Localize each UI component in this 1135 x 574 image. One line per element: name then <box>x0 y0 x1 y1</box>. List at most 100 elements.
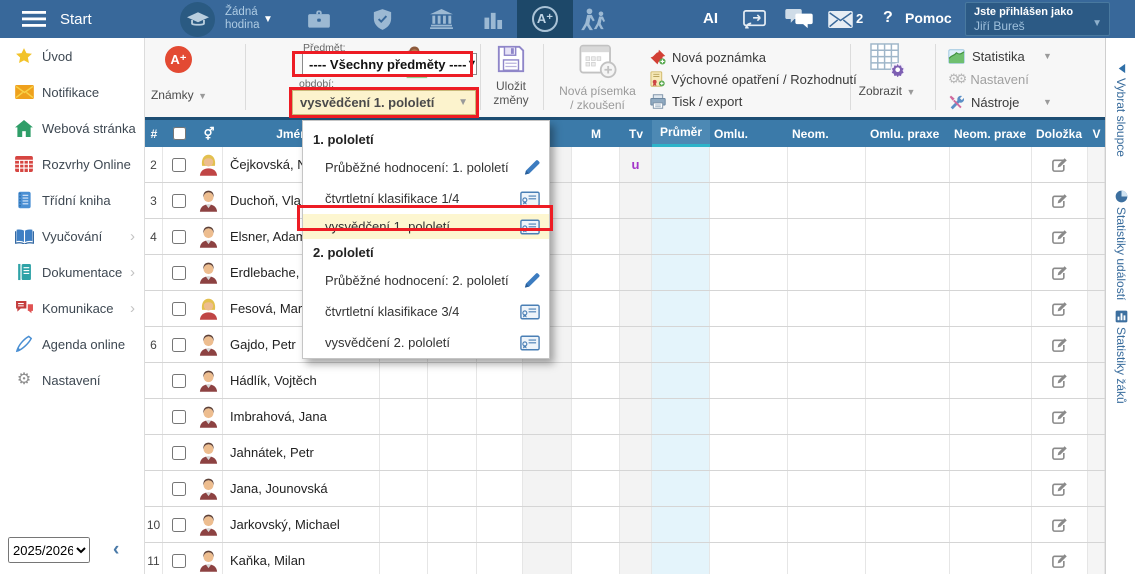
new-note-button[interactable]: Nová poznámka <box>650 47 860 67</box>
student-checkbox[interactable] <box>172 554 186 568</box>
cell-student-name[interactable]: Jana, Jounovská <box>223 471 380 506</box>
student-checkbox[interactable] <box>172 374 186 388</box>
subject-select[interactable]: ---- Všechny předměty ---- ▼ <box>302 53 477 75</box>
ai-label[interactable]: AI <box>703 10 718 27</box>
dropdown-item-option[interactable]: Průběžné hodnocení: 1. pololetí <box>303 152 549 183</box>
clause-edit-icon[interactable] <box>1051 265 1068 281</box>
clause-edit-icon[interactable] <box>1051 229 1068 245</box>
student-checkbox[interactable] <box>172 302 186 316</box>
cell-select-all <box>163 219 195 254</box>
clause-edit-icon[interactable] <box>1051 409 1068 425</box>
col-header-excused[interactable]: Omlu. <box>710 120 788 147</box>
sidebar-item-agenda-online[interactable]: Agenda online <box>0 326 144 362</box>
clause-edit-icon[interactable] <box>1051 337 1068 353</box>
cell-average <box>652 327 710 362</box>
cell-student-name[interactable]: Jarkovský, Michael <box>223 507 380 542</box>
student-checkbox[interactable] <box>172 482 186 496</box>
col-header-average[interactable]: Průměr <box>652 120 710 147</box>
student-checkbox[interactable] <box>172 518 186 532</box>
graduation-cap-icon[interactable] <box>180 2 215 37</box>
clause-edit-icon[interactable] <box>1051 553 1068 569</box>
gears-icon: ⚙⚙ <box>948 71 963 87</box>
student-checkbox[interactable] <box>172 446 186 460</box>
logged-in-user-box[interactable]: Jste přihlášen jako Jiří Bureš ▼ <box>965 2 1110 36</box>
cell-clause <box>1032 291 1088 326</box>
col-header-select-all[interactable] <box>163 120 195 147</box>
student-checkbox[interactable] <box>172 194 186 208</box>
cell-average <box>652 255 710 290</box>
clause-edit-icon[interactable] <box>1051 193 1068 209</box>
clause-edit-icon[interactable] <box>1051 373 1068 389</box>
col-header-row-number[interactable]: # <box>145 120 163 147</box>
cell-student-name[interactable]: Jahnátek, Petr <box>223 435 380 470</box>
dropdown-item-selected[interactable]: vysvědčení 1. pololetí <box>303 214 549 239</box>
sidebar-item-komunikace[interactable]: Komunikace› <box>0 290 144 326</box>
event-statistics-panel-button[interactable]: Statistiky událostí <box>1106 190 1135 300</box>
institution-icon[interactable] <box>427 0 455 38</box>
col-header-gender[interactable]: ⚥ <box>195 120 223 147</box>
col-header-unexcused-practice[interactable]: Neom. praxe <box>950 120 1032 147</box>
start-menu-label[interactable]: Start <box>60 11 92 28</box>
screencast-icon[interactable] <box>740 0 768 38</box>
help-label[interactable]: Pomoc <box>905 10 952 26</box>
student-checkbox[interactable] <box>172 230 186 244</box>
mail-icon[interactable] <box>826 0 854 38</box>
dropdown-item-option[interactable]: čtvrtletní klasifikace 3/4 <box>303 296 549 327</box>
sidebar-item-notifikace[interactable]: Notifikace <box>0 74 144 110</box>
sidebar-item-rozvrhy-online[interactable]: Rozvrhy Online <box>0 146 144 182</box>
col-header-excused-practice[interactable]: Omlu. praxe <box>866 120 950 147</box>
sidebar-collapse-icon[interactable]: ‹ <box>113 539 119 561</box>
select-columns-panel-button[interactable]: Vybrat sloupce <box>1106 63 1135 157</box>
student-checkbox[interactable] <box>172 266 186 280</box>
sidebar-item-t-dn-kniha[interactable]: Třídní kniha <box>0 182 144 218</box>
clause-edit-icon[interactable] <box>1051 301 1068 317</box>
sidebar-item-dokumentace[interactable]: Dokumentace› <box>0 254 144 290</box>
chat-bubbles-icon[interactable] <box>783 0 815 38</box>
hamburger-menu-icon[interactable] <box>22 11 46 27</box>
cell-student-name[interactable]: Imbrahová, Jana <box>223 399 380 434</box>
school-year-select[interactable]: 2025/2026 <box>8 537 90 563</box>
save-changes-button[interactable]: Uložit změny <box>480 44 542 107</box>
col-header-clipped-col[interactable]: V <box>1088 120 1105 147</box>
student-statistics-panel-button[interactable]: Statistiky žáků <box>1106 310 1135 404</box>
student-row: Imbrahová, Jana <box>145 399 1105 435</box>
col-header-unexcused[interactable]: Neom. <box>788 120 866 147</box>
cell-subject-1 <box>380 507 428 542</box>
col-header-clause[interactable]: Doložka <box>1032 120 1088 147</box>
grades-menu-button[interactable]: Známky ▼ <box>140 86 218 104</box>
cell-gender <box>195 363 223 398</box>
lesson-dropdown-caret[interactable]: ▼ <box>263 14 273 25</box>
sidebar-item--vod[interactable]: Úvod <box>0 38 144 74</box>
shield-check-icon[interactable] <box>369 0 395 38</box>
cell-subject-m <box>572 255 620 290</box>
people-walking-icon[interactable] <box>577 0 613 38</box>
dropdown-item-option[interactable]: Průběžné hodnocení: 2. pololetí <box>303 265 549 296</box>
student-checkbox[interactable] <box>172 410 186 424</box>
educational-measure-button[interactable]: Výchovné opatření / Rozhodnutí <box>650 69 860 89</box>
question-mark-icon[interactable]: ? <box>883 9 893 27</box>
student-checkbox[interactable] <box>172 158 186 172</box>
sidebar-item-vyu-ov-n-[interactable]: Vyučování› <box>0 218 144 254</box>
cell-student-name[interactable]: Hádlík, Vojtěch <box>223 363 380 398</box>
document-icon <box>13 263 35 281</box>
period-select[interactable]: vysvědčení 1. pololetí ▼ <box>292 90 476 115</box>
col-header-subject-m[interactable]: M <box>572 120 620 147</box>
cell-clipped-col <box>1088 291 1105 326</box>
bar-chart-icon[interactable] <box>481 0 505 38</box>
print-export-button[interactable]: Tisk / export <box>650 91 860 111</box>
clause-edit-icon[interactable] <box>1051 517 1068 533</box>
clause-edit-icon[interactable] <box>1051 445 1068 461</box>
student-checkbox[interactable] <box>172 338 186 352</box>
grades-module-active-tab[interactable]: A⁺ <box>517 0 573 38</box>
cell-student-name[interactable]: Kaňka, Milan <box>223 543 380 574</box>
display-options-button[interactable]: Zobrazit ▼ <box>855 43 919 100</box>
sidebar-item-webov-str-nka[interactable]: Webová stránka <box>0 110 144 146</box>
dropdown-item-option[interactable]: čtvrtletní klasifikace 1/4 <box>303 183 549 214</box>
clause-edit-icon[interactable] <box>1051 481 1068 497</box>
col-header-subject-tv[interactable]: Tv <box>620 120 652 147</box>
dropdown-item-option[interactable]: vysvědčení 2. pololetí <box>303 327 549 358</box>
briefcase-icon[interactable] <box>306 0 332 38</box>
select-all-checkbox[interactable] <box>173 127 186 140</box>
clause-edit-icon[interactable] <box>1051 157 1068 173</box>
sidebar-item-nastaven-[interactable]: ⚙Nastavení <box>0 362 144 398</box>
